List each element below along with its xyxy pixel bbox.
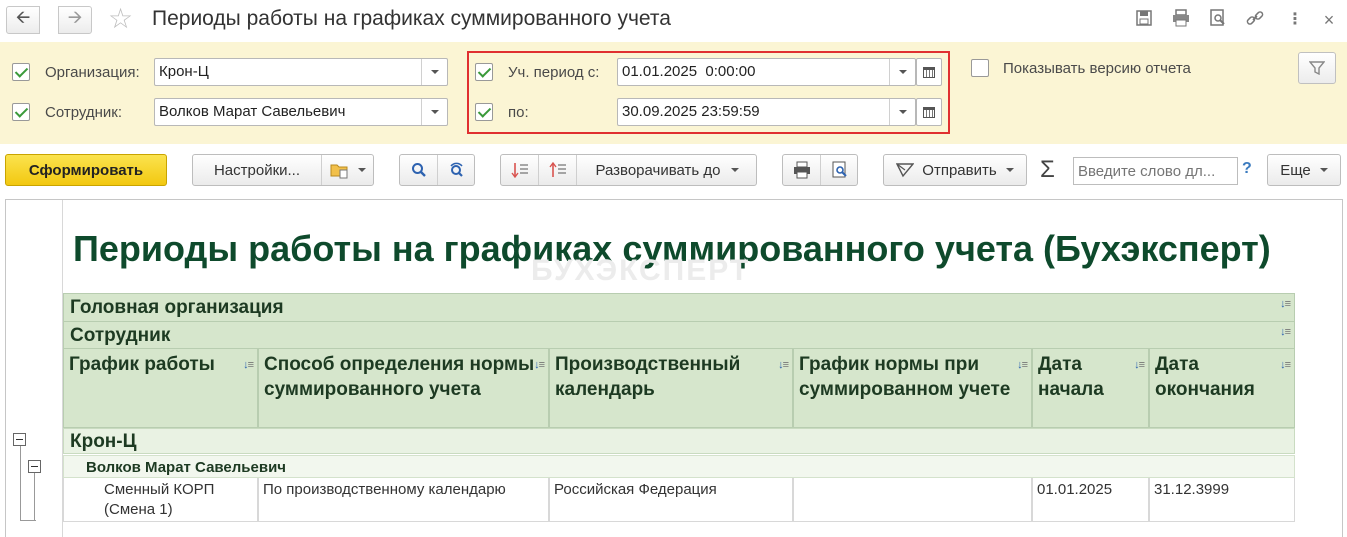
chevron-down-icon[interactable] [421,99,447,125]
column-header-calendar[interactable]: Производственный календарь ↓≡ [549,348,793,428]
employee-value: Волков Марат Савельевич [159,103,346,120]
generate-button[interactable]: Сформировать [5,154,167,186]
save-icon[interactable] [1133,9,1155,31]
show-version-label: Показывать версию отчета [1003,60,1191,77]
search-input[interactable] [1073,157,1238,185]
print-preview-button[interactable] [821,155,858,185]
organization-field[interactable]: Крон-Ц [154,58,448,86]
print-group [782,154,858,186]
print-preview-icon [832,161,847,178]
employee-checkbox[interactable] [12,103,30,121]
folder-settings-icon [330,164,348,179]
sort-icon[interactable]: ↓≡ [1134,353,1145,378]
link-icon[interactable] [1244,9,1266,31]
group-header-employee: Сотрудник ↓≡ [63,321,1295,349]
employee-field[interactable]: Волков Марат Савельевич [154,98,448,126]
cell-end-date[interactable]: 31.12.3999 [1149,478,1295,522]
chevron-down-icon[interactable] [421,59,447,85]
favorite-star-icon[interactable]: ☆ [108,4,133,34]
print-button[interactable] [783,155,820,185]
expand-to-button[interactable]: Разворачивать до [577,155,757,185]
forward-button[interactable]: 🡪 [58,6,92,34]
more-vertical-icon[interactable]: ⋮ [1284,9,1306,31]
sort-icon[interactable]: ↓≡ [778,353,789,378]
search-button[interactable] [400,155,437,185]
printer-icon [793,161,810,179]
cell-start-date[interactable]: 01.01.2025 [1032,478,1149,522]
column-header-method[interactable]: Способ определения нормы суммированного … [258,348,549,428]
show-version-checkbox[interactable] [971,59,989,77]
collapse-toggle-icon[interactable] [28,460,41,473]
settings-button[interactable]: Настройки... [193,155,321,185]
report-area: Периоды работы на графиках суммированног… [5,199,1343,537]
send-button[interactable]: Отправить [883,154,1027,186]
sum-icon[interactable]: Σ [1040,156,1055,184]
sort-icon[interactable]: ↓≡ [1280,298,1291,310]
arrow-left-icon: 🡨 [15,7,31,27]
sort-icon[interactable]: ↓≡ [534,353,545,378]
organization-value: Крон-Ц [159,63,209,80]
more-label: Еще [1280,161,1311,179]
expand-icon [548,162,566,177]
cell-method[interactable]: По производственному календарю [258,478,549,522]
organization-label: Организация: [45,64,140,81]
highlight-frame [467,51,950,134]
cell-norm-schedule[interactable] [793,478,1032,522]
expand-group: Разворачивать до [500,154,757,186]
filter-button[interactable] [1298,52,1336,84]
employee-label: Сотрудник: [45,104,123,121]
sort-icon[interactable]: ↓≡ [1280,326,1291,338]
print-icon[interactable] [1170,9,1192,31]
window-title: Периоды работы на графиках суммированног… [152,7,671,30]
column-header-start-date[interactable]: Дата начала ↓≡ [1032,348,1149,428]
collapse-all-button[interactable] [501,155,538,185]
organization-checkbox[interactable] [12,63,30,81]
search-next-icon [449,162,463,177]
collapse-toggle-icon[interactable] [13,433,26,446]
variants-button[interactable] [322,155,374,185]
group-header-organization: Головная организация ↓≡ [63,293,1295,321]
sort-icon[interactable]: ↓≡ [1280,353,1291,378]
cell-calendar[interactable]: Российская Федерация [549,478,793,522]
cell-schedule[interactable]: Сменный КОРП (Смена 1) [63,478,258,522]
column-header-end-date[interactable]: Дата окончания ↓≡ [1149,348,1295,428]
send-icon [896,163,915,178]
back-button[interactable]: 🡨 [6,6,40,34]
sort-icon[interactable]: ↓≡ [243,353,254,378]
sort-icon[interactable]: ↓≡ [1017,353,1028,378]
settings-group: Настройки... [192,154,374,186]
watermark-logo: БУХЭКСПЕРТ [531,254,751,287]
preview-icon[interactable] [1207,9,1229,31]
title-bar: 🡨 🡪 ☆ Периоды работы на графиках суммиро… [0,0,1347,40]
search-icon [411,163,426,177]
more-button[interactable]: Еще [1267,154,1341,186]
column-header-schedule[interactable]: График работы ↓≡ [63,348,258,428]
employee-group-row[interactable]: Волков Марат Савельевич [63,455,1295,478]
collapse-icon [510,163,528,178]
help-icon[interactable]: ? [1242,160,1252,178]
expand-to-label: Разворачивать до [595,161,721,179]
arrow-right-icon: 🡪 [67,7,83,27]
funnel-icon [1309,61,1325,75]
organization-group-row[interactable]: Крон-Ц [63,428,1295,454]
search-next-button[interactable] [438,155,475,185]
column-header-norm-schedule[interactable]: График нормы при суммированном учете ↓≡ [793,348,1032,428]
expand-all-button[interactable] [539,155,576,185]
send-label: Отправить [922,161,997,179]
close-icon[interactable]: × [1318,9,1340,31]
search-group [399,154,475,186]
